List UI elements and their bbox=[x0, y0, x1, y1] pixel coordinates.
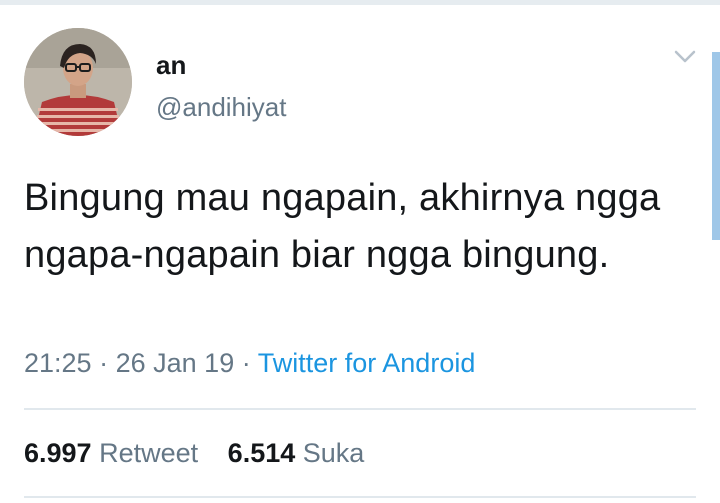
avatar[interactable] bbox=[24, 28, 132, 136]
tweet-source-link[interactable]: Twitter for Android bbox=[258, 348, 476, 378]
display-name[interactable]: an bbox=[156, 50, 186, 81]
tweet-time: 21:25 bbox=[24, 348, 92, 378]
divider bbox=[24, 408, 696, 410]
like-count: 6.514 bbox=[227, 438, 296, 468]
tweet-stats: 6.997 Retweet 6.514 Suka bbox=[24, 438, 386, 469]
retweet-label: Retweet bbox=[99, 438, 199, 468]
tweet-date: 26 Jan 19 bbox=[115, 348, 235, 378]
avatar-image bbox=[24, 28, 132, 136]
meta-separator: · bbox=[99, 348, 109, 378]
tweet-meta: 21:25 · 26 Jan 19 · Twitter for Android bbox=[24, 348, 475, 379]
retweet-stat[interactable]: 6.997 Retweet bbox=[24, 438, 198, 469]
user-handle[interactable]: @andihiyat bbox=[156, 92, 286, 123]
tweet-text: Bingung mau ngapain, akhirnya ngga ngapa… bbox=[24, 177, 661, 276]
meta-separator: · bbox=[241, 348, 251, 378]
like-stat[interactable]: 6.514 Suka bbox=[228, 438, 365, 469]
top-border bbox=[0, 0, 720, 5]
like-label: Suka bbox=[302, 438, 365, 468]
divider bbox=[24, 496, 696, 498]
scrollbar[interactable] bbox=[712, 52, 720, 240]
retweet-count: 6.997 bbox=[24, 438, 92, 468]
chevron-down-icon[interactable] bbox=[674, 50, 696, 64]
